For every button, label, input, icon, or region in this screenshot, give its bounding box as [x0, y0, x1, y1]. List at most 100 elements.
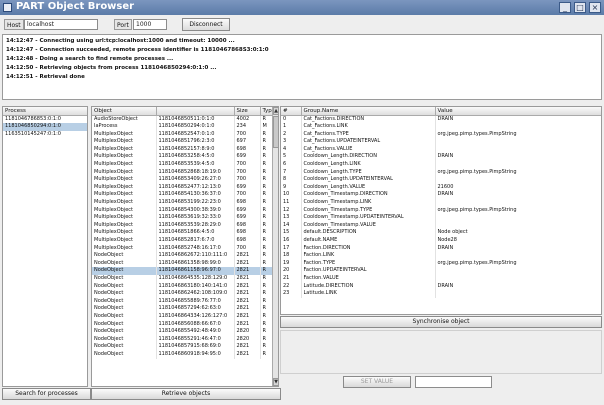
object-row[interactable]: MultiplexObject 1181046854300:38:39:0 699 R: [92, 206, 273, 215]
object-row[interactable]: MultiplexObject 1181046852868:18:19:0 700 R: [92, 168, 273, 177]
object-row[interactable]: NodeObject 1181046855889:76:77:0 2821 R: [92, 297, 273, 306]
process-row[interactable]: 1163510145247:0:1:0: [3, 130, 87, 139]
minimize-icon[interactable]: _: [559, 2, 571, 13]
object-row[interactable]: NodeObject 1181046856088:66:67:0 2821 R: [92, 320, 273, 329]
property-row[interactable]: 11 Cooldown_Timestamp.LINK: [281, 199, 601, 207]
object-row[interactable]: MultiplexObject 1181046853619:32:33:0 699 R: [92, 214, 273, 222]
object-row[interactable]: MultiplexObject 1181046853258:4:5:0 699 R: [92, 153, 273, 162]
property-row[interactable]: 2 Cat_Factions.TYPE org.jpeg.pimp.types.Pi…: [281, 130, 601, 139]
property-value-input[interactable]: [415, 376, 492, 388]
object-row[interactable]: MultiplexObject 1181046852817:6:7:0 698 R: [92, 237, 273, 245]
synchronise-object-button[interactable]: Synchronise object: [280, 316, 602, 328]
property-row[interactable]: 20 Faction.UPDATEINTERVAL: [281, 267, 601, 275]
object-row[interactable]: NodeObject 1181046864334:126:127:0 2821 R: [92, 312, 273, 321]
property-row[interactable]: 12 Cooldown_Timestamp.TYPE org.jpeg.pimp.t…: [281, 206, 601, 215]
property-row[interactable]: 3 Cat_Factions.UPDATEINTERVAL: [281, 138, 601, 146]
property-row[interactable]: 22 Latitude.DIRECTION DRAIN: [281, 282, 601, 291]
object-column-header[interactable]: [156, 107, 235, 116]
set-value-button[interactable]: SET VALUE: [343, 376, 411, 388]
property-row[interactable]: 6 Cooldown_Length.LINK: [281, 161, 601, 169]
object-row[interactable]: NodeObject 1181046862462:108:109:0 2821 R: [92, 290, 273, 298]
object-class: NodeObject: [92, 290, 157, 298]
search-processes-button[interactable]: Search for processes: [2, 388, 91, 400]
property-column-header[interactable]: #: [281, 107, 302, 116]
object-row[interactable]: NodeObject 1181046855492:48:49:0 2820 R: [92, 328, 273, 336]
object-row[interactable]: NodeObject 1181046861158:96:97:0 2821 R: [92, 267, 273, 275]
property-row[interactable]: 19 Faction.TYPE org.jpeg.pimp.types.PimpSt…: [281, 259, 601, 268]
object-class: NodeObject: [92, 312, 157, 321]
object-column-header[interactable]: Size: [234, 107, 261, 116]
object-row[interactable]: MultiplexObject 1181046853539:4:5:0 700 R: [92, 161, 273, 169]
property-name: Faction.DIRECTION: [301, 244, 436, 253]
process-row[interactable]: 1181046786853:0:1:0: [3, 115, 87, 124]
property-row[interactable]: 16 default.NAME Node28: [281, 237, 601, 245]
property-name: Cooldown_Timestamp.DIRECTION: [301, 191, 436, 200]
object-id: 1181046852477:12:13:0: [156, 183, 235, 192]
object-row[interactable]: NodeObject 1181046855291:46:47:0 2820 R: [92, 335, 273, 344]
property-name: Cooldown_Timestamp.VALUE: [301, 221, 436, 230]
property-row[interactable]: 1 Cat_Factions.LINK: [281, 123, 601, 131]
object-row[interactable]: MultiplexObject 1181046852157:8:9:0 698 R: [92, 145, 273, 154]
property-row[interactable]: 8 Cooldown_Length.UPDATEINTERVAL: [281, 176, 601, 184]
object-row[interactable]: MultiplexObject 1181046852547:0:1:0 700 R: [92, 130, 273, 139]
property-row[interactable]: 5 Cooldown_Length.DIRECTION DRAIN: [281, 153, 601, 162]
scroll-down-icon[interactable]: ▼: [273, 378, 278, 386]
property-row[interactable]: 10 Cooldown_Timestamp.DIRECTION DRAIN: [281, 191, 601, 200]
property-row[interactable]: 13 Cooldown_Timestamp.UPDATEINTERVAL: [281, 214, 601, 222]
property-row[interactable]: 14 Cooldown_Timestamp.VALUE: [281, 221, 601, 230]
object-scroll-thumb[interactable]: [273, 116, 278, 148]
process-id: 1163510145247:0:1:0: [3, 130, 87, 139]
object-id: 1181046855889:76:77:0: [156, 297, 235, 306]
object-row[interactable]: NodeObject 1181046860918:94:95:0 2821 R: [92, 350, 273, 359]
property-column-header[interactable]: Group.Name: [301, 107, 436, 116]
object-type: R: [260, 176, 273, 184]
property-value: [435, 221, 601, 230]
object-type: R: [260, 229, 273, 237]
object-row[interactable]: MultiplexObject 1181046853409:26:27:0 700 R: [92, 176, 273, 184]
host-label: Host: [4, 19, 24, 30]
object-row[interactable]: NodeObject 1181046861358:98:99:0 2821 R: [92, 259, 273, 268]
object-row[interactable]: NodeObject 1181046863180:140:141:0 2821 R: [92, 282, 273, 291]
object-size: 2821: [234, 320, 261, 329]
property-row[interactable]: 7 Cooldown_Length.TYPE org.jpeg.pimp.types…: [281, 168, 601, 177]
property-row[interactable]: 23 Latitude.LINK: [281, 290, 601, 298]
property-value: [435, 138, 601, 146]
property-row[interactable]: 4 Cat_Factions.VALUE: [281, 145, 601, 154]
port-input[interactable]: 1000: [133, 19, 167, 30]
disconnect-button[interactable]: Disconnect: [182, 18, 230, 31]
object-row[interactable]: IaProcess 1181046850294:0:1:0 234 M: [92, 123, 273, 131]
object-column-header[interactable]: Type: [260, 107, 273, 116]
object-type: R: [260, 259, 273, 268]
object-row[interactable]: NodeObject 1181046857915:68:69:0 2821 R: [92, 343, 273, 351]
property-row[interactable]: 15 default.DESCRIPTION Node object: [281, 229, 601, 237]
object-row[interactable]: MultiplexObject 1181046854130:36:37:0 700 R: [92, 191, 273, 200]
property-row[interactable]: 18 Faction.LINK: [281, 252, 601, 260]
property-column-header[interactable]: Value: [435, 107, 601, 116]
object-row[interactable]: MultiplexObject 1181046853539:28:29:0 698 R: [92, 221, 273, 230]
object-scrollbar[interactable]: ▲ ▼: [272, 107, 278, 386]
object-class: MultiplexObject: [92, 161, 157, 169]
object-row[interactable]: MultiplexObject 1181046851866:4:5:0 698 R: [92, 229, 273, 237]
close-icon[interactable]: ×: [589, 2, 601, 13]
host-input[interactable]: localhost: [24, 19, 98, 30]
property-row[interactable]: 17 Faction.DIRECTION DRAIN: [281, 244, 601, 253]
object-size: 700: [234, 161, 261, 169]
object-row[interactable]: NodeObject 1181046864535:128:129:0 2821 R: [92, 274, 273, 283]
object-row[interactable]: NodeObject 1181046862672:110:111:0 2821 R: [92, 252, 273, 260]
retrieve-objects-button[interactable]: Retrieve objects: [91, 388, 281, 400]
object-column-header[interactable]: Object: [92, 107, 157, 116]
process-column-header[interactable]: Process: [3, 107, 87, 116]
process-row[interactable]: 1181046850294:0:1:0: [3, 123, 87, 131]
object-row[interactable]: MultiplexObject 1181046851796:2:3:0 697 R: [92, 138, 273, 146]
maximize-icon[interactable]: □: [574, 2, 586, 13]
object-row[interactable]: MultiplexObject 1181046853199:22:23:0 698 R: [92, 199, 273, 207]
object-row[interactable]: MultiplexObject 1181046852748:16:17:0 700 R: [92, 244, 273, 253]
object-row[interactable]: MultiplexObject 1181046852477:12:13:0 699 R: [92, 183, 273, 192]
property-row[interactable]: 21 Faction.VALUE: [281, 274, 601, 283]
property-row[interactable]: 0 Cat_Factions.DIRECTION DRAIN: [281, 115, 601, 124]
property-row[interactable]: 9 Cooldown_Length.VALUE 21600: [281, 183, 601, 192]
scroll-up-icon[interactable]: ▲: [273, 107, 278, 115]
object-row[interactable]: AudioStoreObject 1181046850511:0:1:0 4002 R: [92, 115, 273, 124]
property-value: DRAIN: [435, 115, 601, 124]
object-row[interactable]: NodeObject 1181046857294:62:63:0 2821 R: [92, 305, 273, 313]
